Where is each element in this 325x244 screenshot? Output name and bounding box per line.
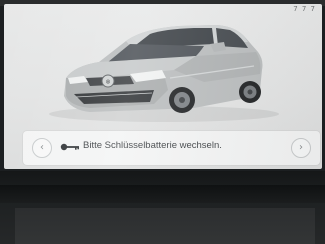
dashboard-ridge <box>0 185 325 203</box>
svg-text:⊗: ⊗ <box>105 79 110 86</box>
chevron-left-icon[interactable]: ‹ <box>32 138 52 158</box>
dashboard-panel <box>15 208 315 244</box>
chevron-right-icon[interactable]: › <box>291 138 311 158</box>
infotainment-screen: 7 7 7 ⊗ ‹ Bitte Schlüsselbatterie wechse… <box>4 4 322 169</box>
photo-frame: 7 7 7 ⊗ ‹ Bitte Schlüsselbatterie wechse… <box>0 0 325 244</box>
notification-bar: ‹ Bitte Schlüsselbatterie wechseln. › <box>23 131 320 165</box>
message-text: Bitte Schlüsselbatterie wechseln. <box>83 140 222 151</box>
key-icon <box>60 143 79 151</box>
